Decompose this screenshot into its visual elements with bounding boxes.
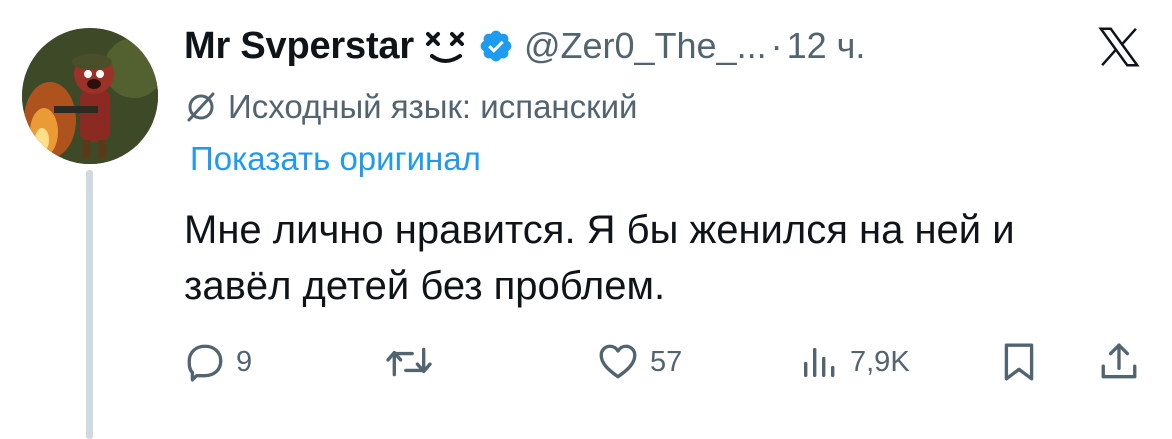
bookmark-button[interactable] bbox=[998, 334, 1040, 390]
views-bar-chart-icon bbox=[804, 348, 835, 377]
tweet-text-line: Мне лично нравится. Я бы женился на ней … bbox=[184, 208, 1015, 252]
heart-icon bbox=[599, 344, 637, 379]
separator-dot: · bbox=[770, 25, 783, 66]
retweet-icon bbox=[386, 347, 432, 377]
x-logo-icon[interactable] bbox=[1092, 24, 1146, 70]
share-button[interactable] bbox=[1098, 334, 1140, 390]
bookmark-icon bbox=[1004, 343, 1034, 381]
reply-bubble-icon bbox=[187, 344, 223, 382]
dizzy-face-emoji-icon bbox=[422, 24, 472, 68]
tweet-text: Мне лично нравится. Я бы женился на ней … bbox=[184, 202, 1144, 314]
like-button[interactable]: 57 bbox=[596, 334, 682, 390]
source-language-row: Исходный язык: испанский bbox=[184, 84, 637, 130]
reply-count: 9 bbox=[236, 345, 253, 378]
share-icon bbox=[1101, 343, 1137, 379]
views-button[interactable]: 7,9K bbox=[800, 334, 910, 390]
translate-icon bbox=[184, 90, 218, 124]
retweet-button[interactable] bbox=[384, 334, 444, 390]
tweet-header: Mr Svperstar @Zer0_The_... · 12 ч. bbox=[184, 18, 865, 74]
author-handle[interactable]: @Zer0_The_... bbox=[524, 25, 767, 67]
views-count: 7,9K bbox=[850, 345, 910, 378]
tweet-text-line: завёл детей без проблем. bbox=[184, 264, 666, 308]
tweet-timestamp[interactable]: 12 ч. bbox=[787, 25, 866, 67]
action-bar: 9 57 7,9K bbox=[0, 334, 1172, 390]
avatar-image bbox=[22, 28, 158, 164]
author-display-name[interactable]: Mr Svperstar bbox=[184, 25, 414, 68]
thread-line bbox=[86, 170, 93, 439]
avatar[interactable] bbox=[22, 28, 158, 164]
reply-button[interactable]: 9 bbox=[184, 334, 252, 390]
verified-check-icon[interactable] bbox=[478, 28, 514, 64]
tweet: Mr Svperstar @Zer0_The_... · 12 ч. Исход… bbox=[0, 0, 1172, 439]
show-original-link[interactable]: Показать оригинал bbox=[190, 140, 481, 178]
source-language-label: Исходный язык: испанский bbox=[228, 88, 638, 125]
like-count: 57 bbox=[650, 345, 683, 378]
